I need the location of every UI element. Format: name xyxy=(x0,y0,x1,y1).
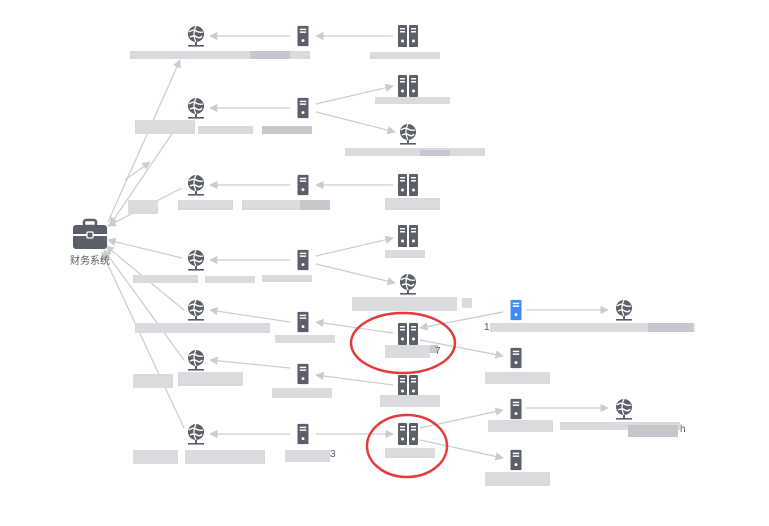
server-icon[interactable] xyxy=(297,311,309,333)
globe-network-icon[interactable] xyxy=(187,25,205,48)
edge-r2-c xyxy=(315,111,396,135)
edge-root-globe-4 xyxy=(107,237,183,259)
server-icon[interactable] xyxy=(510,347,522,369)
server-cluster-icon[interactable] xyxy=(398,75,418,97)
server-icon[interactable] xyxy=(297,97,309,119)
globe-network-icon[interactable] xyxy=(399,273,417,296)
label-fragment: h xyxy=(680,424,686,435)
globe-network-icon[interactable] xyxy=(187,423,205,446)
globe-network-icon[interactable] xyxy=(615,398,633,421)
label-fragment: 3 xyxy=(330,449,336,460)
globe-network-icon[interactable] xyxy=(187,349,205,372)
globe-network-icon[interactable] xyxy=(187,299,205,322)
root-node[interactable]: 财务系统 xyxy=(70,218,110,267)
server-icon[interactable] xyxy=(297,423,309,445)
root-node-label: 财务系统 xyxy=(70,254,110,267)
edge-r6-a xyxy=(209,356,291,369)
globe-network-icon[interactable] xyxy=(187,174,205,197)
server-cluster-icon[interactable] xyxy=(398,423,418,445)
server-icon[interactable] xyxy=(297,174,309,196)
server-icon[interactable] xyxy=(297,249,309,271)
server-cluster-icon[interactable] xyxy=(398,174,418,196)
label-fragment: 1 xyxy=(484,322,490,333)
edges-layer xyxy=(101,31,609,461)
briefcase-icon xyxy=(72,218,108,250)
server-icon[interactable] xyxy=(297,25,309,47)
edge-r4-c xyxy=(315,263,396,286)
redacted-labels xyxy=(128,51,695,486)
label-fragment: 7 xyxy=(435,346,441,357)
edge-root-globe-1 xyxy=(107,59,181,223)
server-cluster-icon[interactable] xyxy=(398,25,418,47)
server-icon[interactable] xyxy=(510,299,522,321)
edge-r6-b xyxy=(315,371,394,386)
edge-r4-b xyxy=(315,235,394,257)
server-cluster-icon[interactable] xyxy=(398,375,418,397)
server-cluster-icon[interactable] xyxy=(398,323,418,345)
server-icon[interactable] xyxy=(297,363,309,385)
server-cluster-icon[interactable] xyxy=(398,225,418,247)
edge-r5-a xyxy=(209,306,291,323)
globe-network-icon[interactable] xyxy=(187,97,205,120)
server-icon[interactable] xyxy=(510,398,522,420)
server-icon[interactable] xyxy=(510,449,522,471)
network-topology-diagram: 财务系统 7 3 1 h xyxy=(70,25,695,486)
globe-network-icon[interactable] xyxy=(399,123,417,146)
globe-network-icon[interactable] xyxy=(615,299,633,322)
globe-network-icon[interactable] xyxy=(187,249,205,272)
